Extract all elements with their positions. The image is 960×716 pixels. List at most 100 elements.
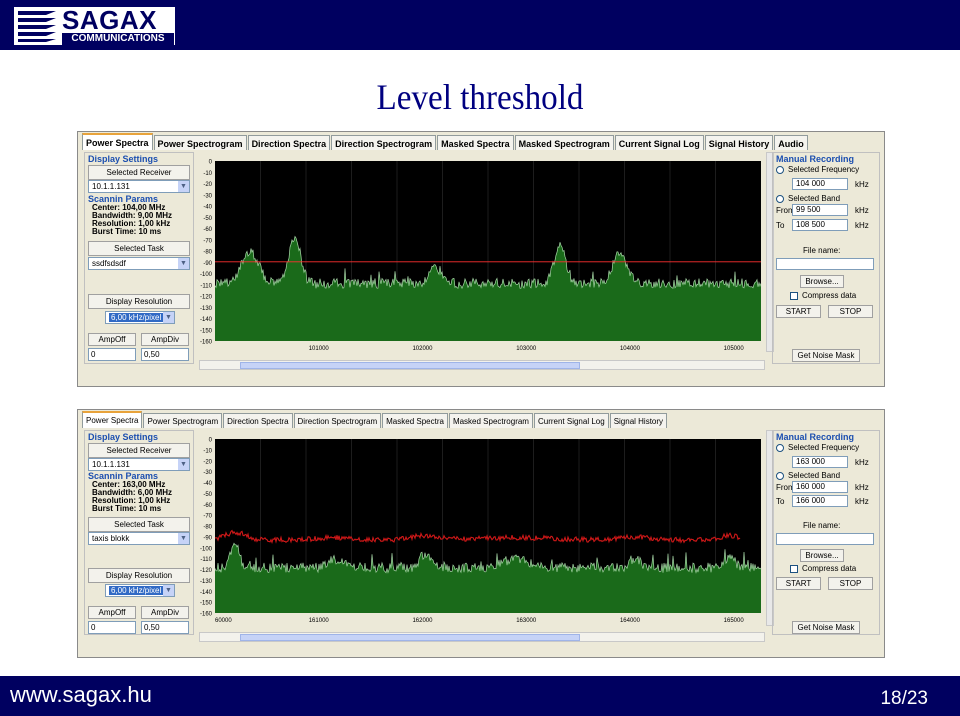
y-tick-label: -120 (200, 568, 213, 574)
y-tick-label: -60 (203, 503, 212, 509)
stop-button[interactable]: STOP (828, 577, 873, 590)
selected-frequency-label: Selected Frequency (788, 165, 860, 174)
tab-direction-spectrogram[interactable]: Direction Spectrogram (293, 413, 382, 428)
from-input[interactable]: 99 500 (792, 204, 848, 216)
y-tick-label: -70 (203, 514, 212, 520)
ampdiv-button[interactable]: AmpDiv (141, 606, 189, 619)
tab-masked-spectra[interactable]: Masked Spectra (382, 413, 448, 428)
tab-power-spectra[interactable]: Power Spectra (82, 133, 153, 150)
frequency-unit: kHz (855, 180, 869, 189)
tab-direction-spectra[interactable]: Direction Spectra (247, 135, 331, 150)
compress-checkbox[interactable] (790, 292, 798, 300)
ampdiv-input[interactable]: 0,50 (141, 348, 189, 361)
scrollbar-thumb[interactable] (240, 362, 580, 369)
manual-recording-panel: Manual Recording Selected Frequency 163 … (772, 430, 880, 635)
ampdiv-input[interactable]: 0,50 (141, 621, 189, 634)
browse-button[interactable]: Browse... (800, 549, 844, 562)
tab-masked-spectra[interactable]: Masked Spectra (437, 135, 514, 150)
from-unit: kHz (855, 483, 869, 492)
band-radio[interactable] (776, 195, 784, 203)
frequency-input[interactable]: 104 000 (792, 178, 848, 190)
ampoff-button[interactable]: AmpOff (88, 606, 136, 619)
from-unit: kHz (855, 206, 869, 215)
tab-masked-spectrogram[interactable]: Masked Spectrogram (448, 413, 533, 428)
compress-label: Compress data (802, 291, 857, 300)
browse-button[interactable]: Browse... (800, 275, 844, 288)
chevron-down-icon[interactable]: ▼ (178, 459, 189, 470)
task-select[interactable]: taxis blokk ▼ (88, 532, 190, 545)
tab-audio[interactable]: Audio (774, 135, 808, 150)
tab-masked-spectrogram[interactable]: Masked Spectrogram (514, 135, 614, 150)
y-tick-label: -10 (203, 171, 212, 177)
band-radio[interactable] (776, 472, 784, 480)
tab-power-spectrogram[interactable]: Power Spectrogram (143, 413, 223, 428)
y-tick-label: -50 (203, 216, 212, 222)
frequency-radio[interactable] (776, 444, 784, 452)
x-tick-label: 162000 (412, 618, 433, 624)
scan-params: Center: 163,00 MHz Bandwidth: 6,00 MHz Res… (92, 480, 173, 513)
power-spectrum-svg: 0 -10 -20 -30 -40 -50 -60 -70 -80 -90 -100 -110 -120… (200, 160, 762, 352)
frequency-unit: kHz (855, 458, 869, 467)
file-name-input[interactable] (776, 533, 874, 545)
frequency-input[interactable]: 163 000 (792, 456, 848, 468)
chevron-down-icon[interactable]: ▼ (163, 312, 174, 323)
display-resolution-button[interactable]: Display Resolution (88, 568, 190, 583)
selected-band-label: Selected Band (788, 471, 841, 480)
y-tick-label: -100 (200, 546, 213, 552)
noise-mask-button[interactable]: Get Noise Mask (792, 349, 860, 362)
to-unit: kHz (855, 221, 869, 230)
task-select[interactable]: ssdfsdsdf ▼ (88, 257, 190, 270)
y-tick-label: -40 (203, 481, 212, 487)
receiver-select[interactable]: 10.1.1.131 ▼ (88, 180, 190, 193)
frequency-radio[interactable] (776, 166, 784, 174)
file-name-input[interactable] (776, 258, 874, 270)
power-spectrum-svg: 0 -10 -20 -30 -40 -50 -60 -70 -80 -90 -100 -110 -120… (200, 438, 762, 624)
selected-task-button[interactable]: Selected Task (88, 241, 190, 256)
y-tick-label: -30 (203, 193, 212, 199)
stop-button[interactable]: STOP (828, 305, 873, 318)
ampoff-button[interactable]: AmpOff (88, 333, 136, 346)
to-label: To (776, 497, 785, 506)
chevron-down-icon[interactable]: ▼ (178, 258, 189, 269)
scrollbar-thumb[interactable] (240, 634, 580, 641)
y-tick-label: -140 (200, 590, 213, 596)
tab-signal-history[interactable]: Signal History (704, 135, 774, 150)
footer-url[interactable]: www.sagax.hu (10, 682, 152, 708)
start-button[interactable]: START (776, 577, 821, 590)
selected-receiver-button[interactable]: Selected Receiver (88, 165, 190, 180)
to-input[interactable]: 108 500 (792, 219, 848, 231)
selected-task-button[interactable]: Selected Task (88, 517, 190, 532)
tab-power-spectrogram[interactable]: Power Spectrogram (153, 135, 247, 150)
from-input[interactable]: 160 000 (792, 481, 848, 493)
chevron-down-icon[interactable]: ▼ (178, 533, 189, 544)
resolution-select[interactable]: 6,00 kHz/pixel ▼ (105, 584, 175, 597)
display-resolution-button[interactable]: Display Resolution (88, 294, 190, 309)
file-name-label: File name: (803, 246, 841, 255)
y-tick-label: -130 (200, 579, 213, 585)
chevron-down-icon[interactable]: ▼ (163, 585, 174, 596)
receiver-select[interactable]: 10.1.1.131 ▼ (88, 458, 190, 471)
tab-signal-history[interactable]: Signal History (609, 413, 668, 428)
manual-recording-title: Manual Recording (776, 432, 855, 442)
chevron-down-icon[interactable]: ▼ (178, 181, 189, 192)
tab-current-signal-log[interactable]: Current Signal Log (533, 413, 609, 428)
tab-direction-spectra[interactable]: Direction Spectra (223, 413, 293, 428)
x-tick-label: 164000 (620, 618, 641, 624)
horizontal-scrollbar[interactable] (199, 632, 765, 642)
resolution-select[interactable]: 6,00 kHz/pixel ▼ (105, 311, 175, 324)
start-button[interactable]: START (776, 305, 821, 318)
ampdiv-button[interactable]: AmpDiv (141, 333, 189, 346)
x-tick-label: 165000 (724, 618, 745, 624)
tab-power-spectra[interactable]: Power Spectra (82, 411, 143, 428)
selected-receiver-button[interactable]: Selected Receiver (88, 443, 190, 458)
tab-direction-spectrogram[interactable]: Direction Spectrogram (331, 135, 437, 150)
noise-mask-button[interactable]: Get Noise Mask (792, 621, 860, 634)
tab-current-signal-log[interactable]: Current Signal Log (614, 135, 704, 150)
ampoff-input[interactable]: 0 (88, 348, 136, 361)
horizontal-scrollbar[interactable] (199, 360, 765, 370)
compress-checkbox[interactable] (790, 565, 798, 573)
file-name-label: File name: (803, 521, 841, 530)
x-tick-label: 102000 (412, 346, 433, 352)
to-input[interactable]: 166 000 (792, 495, 848, 507)
ampoff-input[interactable]: 0 (88, 621, 136, 634)
